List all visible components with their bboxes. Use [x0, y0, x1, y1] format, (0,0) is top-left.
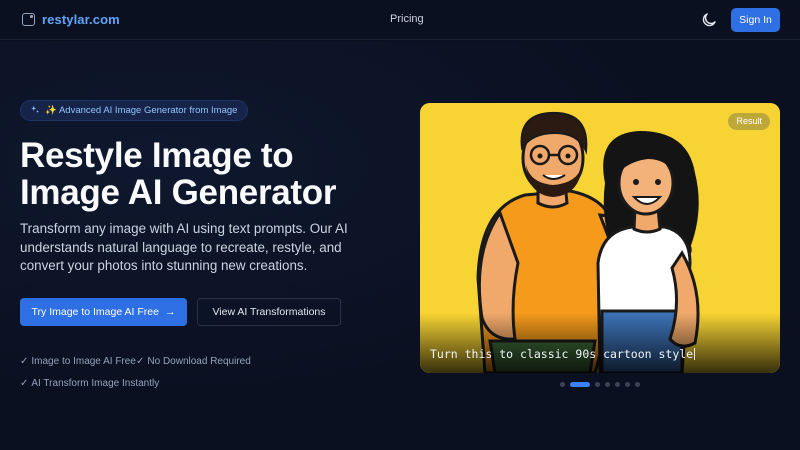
carousel-dot-3[interactable] [595, 382, 600, 387]
prompt-text-value: Turn this to classic 90s cartoon style [430, 347, 694, 361]
carousel-dot-1[interactable] [560, 382, 565, 387]
feature-label: AI Transform Image Instantly [31, 378, 160, 389]
prompt-text: Turn this to classic 90s cartoon style [430, 347, 696, 361]
hero-badge: ✨ Advanced AI Image Generator from Image [20, 100, 249, 121]
nav-pricing-link[interactable]: Pricing [390, 13, 424, 25]
brand-logo[interactable]: restylar.com [22, 12, 120, 27]
feature-item: ✓ Image to Image AI Free [20, 356, 136, 367]
top-navbar: restylar.com Pricing Sign In [0, 0, 800, 40]
prompt-overlay [420, 313, 780, 373]
hero-subtitle: Transform any image with AI using text p… [20, 221, 348, 273]
page-title: Restyle Image to Image AI Generator [20, 137, 400, 211]
result-showcase-card: Result Turn this to classic 90s cartoon … [420, 103, 780, 373]
brand-name: restylar.com [42, 12, 120, 27]
check-icon: ✓ [20, 378, 29, 389]
check-icon: ✓ [20, 356, 29, 367]
carousel-dot-2[interactable] [570, 382, 590, 387]
feature-item: ✓ No Download Required [136, 356, 251, 367]
moon-icon[interactable] [700, 11, 718, 29]
carousel-dot-7[interactable] [635, 382, 640, 387]
arrow-right-icon: → [164, 306, 176, 318]
carousel-dot-4[interactable] [605, 382, 610, 387]
feature-label: No Download Required [147, 356, 251, 367]
carousel-dot-5[interactable] [615, 382, 620, 387]
carousel-dot-6[interactable] [625, 382, 630, 387]
try-free-button[interactable]: Try Image to Image AI Free → [20, 298, 187, 326]
result-badge: Result [728, 113, 770, 130]
check-icon: ✓ [136, 356, 145, 367]
carousel-pagination [560, 382, 640, 387]
hero-badge-text: ✨ Advanced AI Image Generator from Image [45, 105, 238, 116]
view-transformations-button[interactable]: View AI Transformations [197, 298, 341, 326]
sparkles-icon [30, 105, 40, 117]
feature-label: Image to Image AI Free [31, 356, 136, 367]
page-title-line2: Image AI Generator [20, 173, 337, 212]
sign-in-button[interactable]: Sign In [731, 8, 780, 32]
feature-item: ✓ AI Transform Image Instantly [20, 378, 159, 389]
try-free-button-label: Try Image to Image AI Free [31, 306, 159, 318]
text-caret [694, 348, 696, 360]
page-title-line1: Restyle Image to [20, 136, 294, 175]
logo-icon [22, 13, 35, 26]
